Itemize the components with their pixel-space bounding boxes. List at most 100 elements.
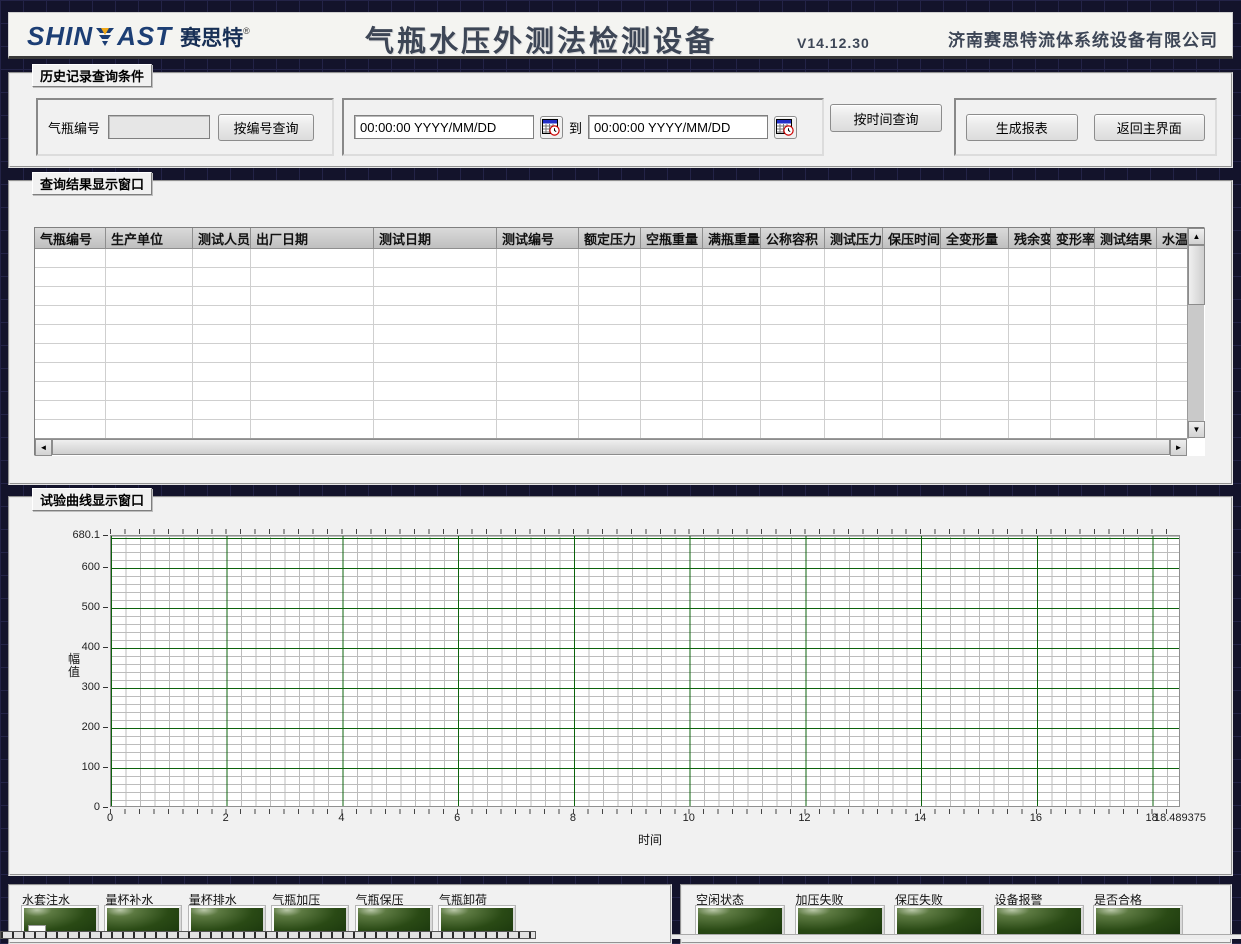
table-cell	[641, 325, 703, 344]
vertical-scrollbar-thumb[interactable]	[1188, 245, 1205, 305]
table-cell	[1157, 325, 1189, 344]
time-range-group: 到	[342, 98, 824, 156]
table-row[interactable]	[35, 249, 1189, 268]
table-horizontal-scrollbar[interactable]: ◄ ►	[35, 438, 1187, 456]
column-header: 气瓶编号	[35, 228, 106, 249]
table-cell	[251, 363, 374, 382]
return-main-button[interactable]: 返回主界面	[1093, 113, 1205, 141]
x-tick-label: 16	[1029, 812, 1043, 824]
table-row[interactable]	[35, 268, 1189, 287]
scroll-left-icon[interactable]: ◄	[35, 439, 52, 456]
column-header: 额定压力	[579, 228, 641, 249]
table-cell	[1009, 420, 1051, 439]
table-row[interactable]	[35, 401, 1189, 420]
x-tick-label: 2	[222, 812, 229, 824]
table-cell	[193, 287, 251, 306]
x-tick-label: 6	[454, 812, 461, 824]
x-tick-label: 10	[682, 812, 695, 824]
table-cell	[1157, 401, 1189, 420]
y-tick-mark	[103, 567, 108, 569]
table-row[interactable]	[35, 287, 1189, 306]
table-cell	[641, 268, 703, 287]
table-cell	[251, 382, 374, 401]
table-cell	[703, 344, 761, 363]
table-cell	[825, 401, 883, 420]
start-time-input[interactable]	[354, 115, 534, 139]
results-table-header: 气瓶编号 生产单位 测试人员 出厂日期 测试日期 测试编号 额定压力 空瓶重量 满瓶重量 公称容积…	[35, 228, 1189, 249]
table-cell	[703, 249, 761, 268]
cylinder-number-input[interactable]	[108, 115, 211, 139]
query-by-number-button[interactable]: 按编号查询	[218, 113, 315, 141]
table-cell	[1051, 287, 1095, 306]
table-cell	[1157, 268, 1189, 287]
table-cell	[941, 249, 1009, 268]
table-cell	[251, 249, 374, 268]
scroll-down-icon[interactable]: ▼	[1188, 421, 1205, 438]
calendar-clock-icon	[776, 118, 794, 136]
scroll-right-icon[interactable]: ►	[1170, 439, 1187, 456]
table-cell	[761, 363, 825, 382]
status-led-indicator	[695, 905, 785, 937]
shineast-logo-icon	[96, 27, 115, 46]
column-header: 变形率	[1051, 228, 1095, 249]
column-header: 测试编号	[497, 228, 579, 249]
table-cell	[1095, 382, 1157, 401]
table-cell	[761, 306, 825, 325]
table-cell	[941, 287, 1009, 306]
table-cell	[761, 325, 825, 344]
y-tick-mark	[103, 607, 108, 609]
generate-report-button[interactable]: 生成报表	[966, 113, 1078, 141]
table-row[interactable]	[35, 325, 1189, 344]
table-vertical-scrollbar[interactable]: ▲ ▼	[1187, 228, 1205, 438]
table-cell	[703, 325, 761, 344]
table-cell	[883, 268, 941, 287]
column-header: 测试压力	[825, 228, 883, 249]
table-cell	[825, 287, 883, 306]
table-cell	[1051, 249, 1095, 268]
query-by-number-group: 气瓶编号 按编号查询	[36, 98, 334, 156]
clipped-panel-edge	[672, 934, 1241, 939]
table-row[interactable]	[35, 420, 1189, 439]
table-cell	[641, 382, 703, 401]
table-row[interactable]	[35, 363, 1189, 382]
query-by-time-button[interactable]: 按时间查询	[830, 104, 942, 132]
table-cell	[1157, 420, 1189, 439]
table-cell	[497, 249, 579, 268]
y-tick-mark	[103, 647, 108, 649]
table-cell	[1095, 420, 1157, 439]
start-time-calendar-button[interactable]	[540, 115, 563, 139]
table-cell	[761, 382, 825, 401]
table-row[interactable]	[35, 382, 1189, 401]
table-cell	[374, 363, 497, 382]
table-cell	[825, 268, 883, 287]
table-cell	[193, 401, 251, 420]
column-header: 保压时间	[883, 228, 941, 249]
column-header: 全变形量	[941, 228, 1009, 249]
table-cell	[1095, 287, 1157, 306]
scroll-up-icon[interactable]: ▲	[1188, 228, 1205, 245]
table-cell	[251, 420, 374, 439]
table-cell	[1095, 325, 1157, 344]
table-cell	[1157, 306, 1189, 325]
table-cell	[703, 382, 761, 401]
table-cell	[497, 268, 579, 287]
table-cell	[193, 382, 251, 401]
brand-logo: SHIN AST 赛思特 ®	[27, 21, 250, 52]
column-header: 残余变形	[1009, 228, 1051, 249]
table-cell	[35, 287, 106, 306]
y-tick-label: 100	[81, 761, 100, 773]
table-row[interactable]	[35, 344, 1189, 363]
table-row[interactable]	[35, 306, 1189, 325]
column-header: 公称容积	[761, 228, 825, 249]
table-cell	[251, 344, 374, 363]
table-cell	[374, 344, 497, 363]
table-cell	[761, 287, 825, 306]
table-cell	[193, 306, 251, 325]
table-cell	[1157, 363, 1189, 382]
table-cell	[941, 420, 1009, 439]
horizontal-scrollbar-thumb[interactable]	[52, 439, 1170, 455]
end-time-input[interactable]	[588, 115, 769, 139]
table-cell	[497, 344, 579, 363]
end-time-calendar-button[interactable]	[774, 115, 798, 139]
table-cell	[883, 401, 941, 420]
